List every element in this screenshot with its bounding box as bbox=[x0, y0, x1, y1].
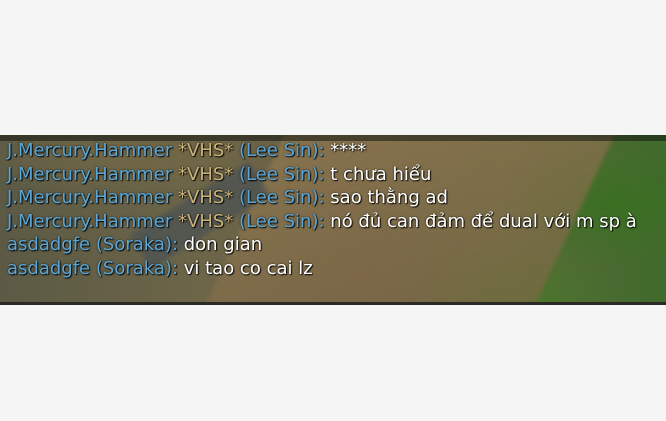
champion-name: (Soraka) bbox=[95, 234, 172, 255]
player-tag: *VHS* bbox=[178, 140, 234, 161]
separator: : bbox=[318, 210, 331, 232]
champion-name: (Lee Sin) bbox=[239, 163, 319, 185]
player-name: J.Mercury.Hammer bbox=[7, 140, 173, 161]
champion-name: (Lee Sin) bbox=[239, 210, 319, 232]
chat-message: J.Mercury.Hammer *VHS* (Lee Sin): sao th… bbox=[7, 186, 666, 210]
message-text: sao thằng ad bbox=[330, 187, 448, 208]
player-name: asdadgfe bbox=[7, 234, 91, 255]
player-tag: *VHS* bbox=[178, 163, 234, 185]
message-text: don gian bbox=[183, 234, 263, 255]
game-view-border bbox=[0, 302, 666, 305]
chat-log: J.Mercury.Hammer *VHS* (Lee Sin): **** J… bbox=[7, 139, 666, 280]
player-name: J.Mercury.Hammer bbox=[7, 210, 173, 232]
chat-message: asdadgfe (Soraka): don gian bbox=[7, 233, 666, 257]
player-name: J.Mercury.Hammer bbox=[7, 163, 173, 185]
separator: : bbox=[318, 187, 331, 208]
separator: : bbox=[171, 257, 184, 279]
player-name: J.Mercury.Hammer bbox=[7, 187, 173, 208]
champion-name: (Lee Sin) bbox=[239, 140, 319, 161]
chat-message: J.Mercury.Hammer *VHS* (Lee Sin): **** bbox=[7, 139, 666, 163]
message-text: nó đủ can đảm để dual với m sp à bbox=[330, 210, 637, 232]
screenshot-frame: J.Mercury.Hammer *VHS* (Lee Sin): **** J… bbox=[0, 0, 666, 421]
message-text: t chưa hiểu bbox=[330, 163, 432, 185]
separator: : bbox=[171, 234, 184, 255]
chat-message: J.Mercury.Hammer *VHS* (Lee Sin): nó đủ … bbox=[7, 210, 666, 234]
player-tag: *VHS* bbox=[178, 187, 234, 208]
champion-name: (Soraka) bbox=[95, 257, 172, 279]
separator: : bbox=[318, 140, 331, 161]
champion-name: (Lee Sin) bbox=[239, 187, 319, 208]
chat-message: J.Mercury.Hammer *VHS* (Lee Sin): t chưa… bbox=[7, 163, 666, 187]
message-text: vi tao co cai lz bbox=[183, 257, 313, 279]
player-tag: *VHS* bbox=[178, 210, 234, 232]
player-name: asdadgfe bbox=[7, 257, 91, 279]
separator: : bbox=[318, 163, 331, 185]
message-text: **** bbox=[330, 140, 367, 161]
chat-message: asdadgfe (Soraka): vi tao co cai lz bbox=[7, 257, 666, 281]
